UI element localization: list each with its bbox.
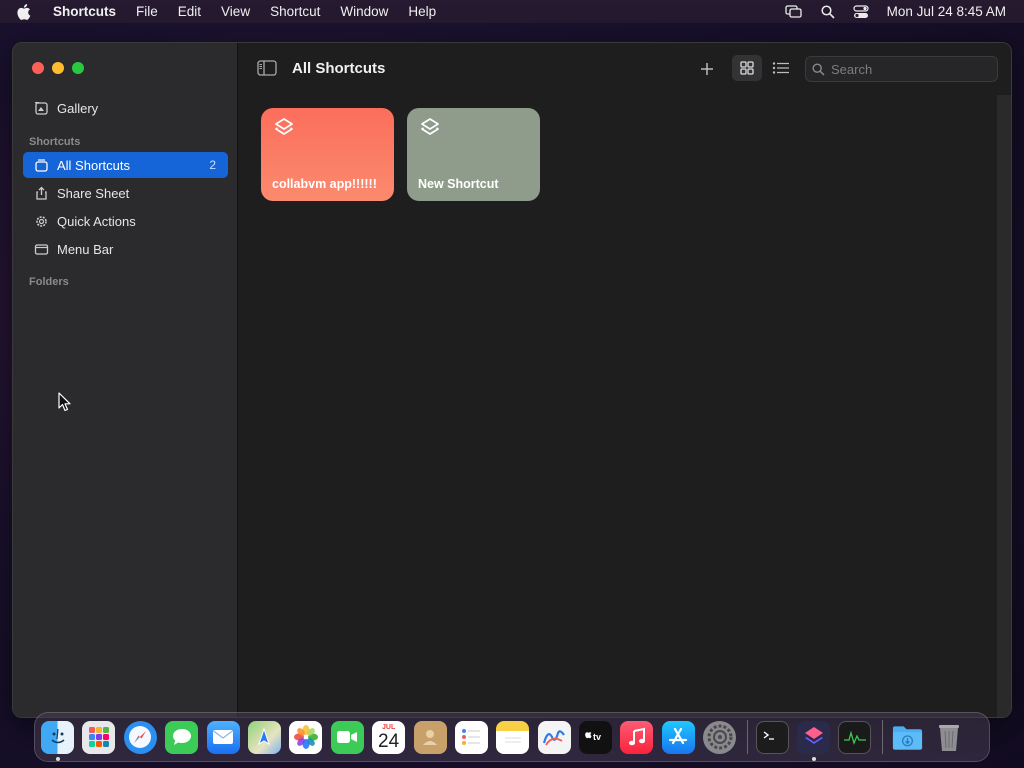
spotlight-search-icon[interactable] [821,4,835,19]
sidebar-toggle-icon[interactable] [257,60,277,81]
sidebar: Gallery Shortcuts All Shortcuts 2 Share … [13,43,238,717]
running-indicator [811,756,816,761]
shortcuts-window: Gallery Shortcuts All Shortcuts 2 Share … [12,42,1012,718]
all-shortcuts-icon [33,157,49,173]
app-store-icon[interactable] [661,720,695,754]
system-settings-icon[interactable] [703,720,737,754]
maps-icon[interactable] [247,720,281,754]
main-content: All Shortcuts collabvm app!!!!!! [238,43,1011,717]
shortcut-card-label: New Shortcut [418,177,499,191]
maximize-button[interactable] [72,62,84,74]
sidebar-item-share-sheet[interactable]: Share Sheet [23,180,228,206]
search-field[interactable] [805,56,998,82]
music-icon[interactable] [620,720,654,754]
menu-app-name[interactable]: Shortcuts [53,4,116,19]
sidebar-item-all-shortcuts[interactable]: All Shortcuts 2 [23,152,228,178]
shortcut-card-label: collabvm app!!!!!! [272,177,377,191]
page-title: All Shortcuts [292,60,386,77]
shortcut-layers-icon [419,117,441,144]
shortcut-layers-icon [273,117,295,144]
sidebar-item-label: All Shortcuts [57,157,130,173]
scrollbar[interactable] [997,95,1011,717]
grid-icon [740,61,754,75]
minimize-button[interactable] [52,62,64,74]
sidebar-item-label: Menu Bar [57,241,114,257]
menu-clock[interactable]: Mon Jul 24 8:45 AM [887,4,1006,19]
photos-icon[interactable] [289,720,323,754]
reminders-icon[interactable] [454,720,488,754]
list-icon [772,62,789,74]
sidebar-item-menu-bar[interactable]: Menu Bar [23,236,228,262]
launchpad-icon[interactable] [82,720,116,754]
search-input[interactable] [831,61,981,77]
menu-shortcut[interactable]: Shortcut [270,4,320,19]
contacts-icon[interactable] [413,720,447,754]
sidebar-item-label: Gallery [57,100,99,116]
sidebar-item-label: Quick Actions [57,213,136,229]
calendar-day: 24 [378,730,400,752]
apple-logo-icon[interactable] [17,3,37,20]
mail-icon[interactable] [206,720,240,754]
menu-window[interactable]: Window [340,4,388,19]
search-icon [812,62,825,76]
running-indicator [55,756,60,761]
activity-monitor-icon[interactable] [838,720,872,754]
dock-separator [746,720,748,754]
sidebar-item-gallery[interactable]: Gallery [23,95,228,121]
safari-icon[interactable] [123,720,157,754]
messages-icon[interactable] [165,720,199,754]
menu-edit[interactable]: Edit [178,4,201,19]
screen-mirroring-icon[interactable] [785,4,803,19]
list-view-button[interactable] [766,55,796,81]
mouse-cursor-icon [58,392,72,417]
shortcut-card-collabvm[interactable]: collabvm app!!!!!! [261,108,394,201]
shortcut-count-badge: 2 [209,158,216,172]
plus-icon [701,63,713,75]
shortcut-card-new-shortcut[interactable]: New Shortcut [407,108,540,201]
shortcuts-section-header: Shortcuts [29,136,81,148]
sidebar-item-quick-actions[interactable]: Quick Actions [23,208,228,234]
terminal-icon[interactable] [755,720,789,754]
grid-view-button[interactable] [732,55,762,81]
facetime-icon[interactable] [330,720,364,754]
control-center-icon[interactable] [853,4,869,19]
freeform-icon[interactable] [537,720,571,754]
menu-view[interactable]: View [221,4,250,19]
menu-bar: Shortcuts File Edit View Shortcut Window… [0,0,1024,23]
menu-help[interactable]: Help [408,4,436,19]
sidebar-item-label: Share Sheet [57,185,130,201]
share-icon [33,185,49,201]
finder-icon[interactable] [41,720,74,761]
folders-section-header: Folders [29,276,69,288]
calendar-icon[interactable]: JUL 24 [372,720,406,754]
shortcuts-icon[interactable] [797,720,831,761]
trash-icon[interactable] [932,721,965,754]
notes-icon[interactable] [496,720,530,754]
dock-separator [881,720,883,754]
downloads-folder-icon[interactable] [891,721,924,754]
menubar-icon [33,241,49,257]
gallery-icon [33,100,49,116]
gear-icon [33,213,49,229]
apple-tv-icon[interactable]: tv [579,720,613,754]
menu-file[interactable]: File [136,4,158,19]
window-controls [32,62,84,74]
toolbar: All Shortcuts [238,43,1011,95]
close-button[interactable] [32,62,44,74]
add-shortcut-button[interactable] [696,58,718,80]
status-area: Mon Jul 24 8:45 AM [767,0,1006,23]
svg-text:tv: tv [593,732,601,742]
dock: JUL 24 tv [34,712,990,762]
